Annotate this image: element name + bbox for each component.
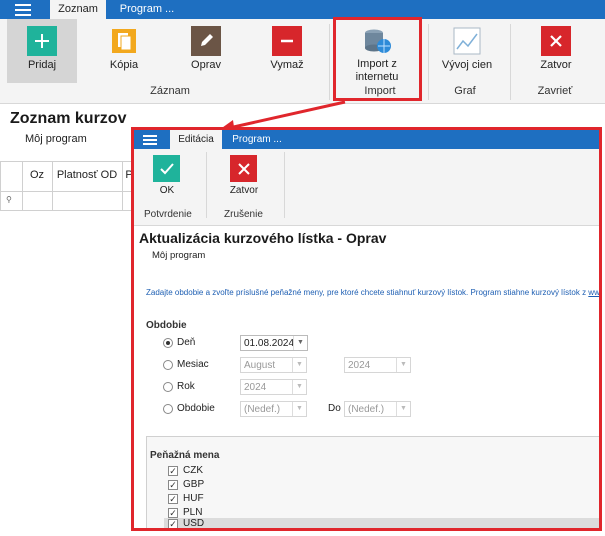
day-date-value: 01.08.2024 [244,338,295,349]
edit-button-label: Oprav [191,59,221,71]
ribbon-divider [284,152,285,218]
ribbon-divider [510,24,511,100]
dialog-title: Aktualizácia kurzového lístka - Oprav [139,230,387,246]
from-value: (Nedef.) [244,404,281,415]
update-rates-dialog: Editácia Program ... OK Zatvor Potvrdeni… [131,127,602,531]
tab-editacia[interactable]: Editácia [170,130,222,149]
pencil-icon [191,26,221,56]
to-select[interactable]: (Nedef.) ▼ [344,401,411,417]
radio-den[interactable] [163,338,173,348]
chevron-down-icon[interactable]: ▼ [292,380,306,394]
year-select[interactable]: 2024 ▼ [240,379,307,395]
ribbon-divider [206,152,207,218]
month-value: August [244,360,276,371]
price-trend-label: Vývoj cien [441,59,493,71]
year-value: 2024 [244,382,267,393]
close-icon [230,155,257,182]
copy-icon [109,26,139,56]
check-icon [153,155,180,182]
line-chart-icon [452,26,482,56]
ok-button-label: OK [159,185,175,196]
day-date-input[interactable]: 01.08.2024 ▼ [240,335,308,351]
chevron-down-icon[interactable]: ▼ [292,358,306,372]
ribbon-divider [428,24,429,100]
month-year-select[interactable]: 2024 ▼ [344,357,411,373]
import-callout-highlight [333,17,422,101]
rates-grid: Oz Platnosť OD P ⚲ [0,161,138,211]
minus-icon [272,26,302,56]
grid-header-platnost: Platnosť OD [56,169,118,181]
dialog-close-button[interactable]: Zatvor [219,152,269,202]
to-value: (Nedef.) [348,404,385,415]
checkbox-pln[interactable]: ✓ [168,508,178,518]
from-select[interactable]: (Nedef.) ▼ [240,401,307,417]
page-subtitle: Môj program [25,133,87,145]
ok-button[interactable]: OK [142,152,192,202]
edit-button[interactable]: Oprav [171,19,241,83]
month-select[interactable]: August ▼ [240,357,307,373]
checkbox-usd[interactable]: ✓ [168,519,178,528]
tab-program[interactable]: Program ... [226,130,288,149]
chevron-down-icon[interactable]: ▼ [396,402,410,416]
group-label-zavriet: Zavrieť [537,85,573,97]
chevron-down-icon[interactable]: ▼ [293,336,307,350]
grid-header-oz: Oz [29,169,45,181]
tab-program[interactable]: Program ... [112,0,182,19]
page-title: Zoznam kurzov [10,110,127,127]
filter-icon: ⚲ [6,195,12,204]
group-label-zrusenie: Zrušenie [224,209,263,220]
delete-button-label: Vymaž [270,59,304,71]
group-label-graf: Graf [454,85,476,97]
copy-button[interactable]: Kópia [89,19,159,83]
checkbox-gbp[interactable]: ✓ [168,480,178,490]
chevron-down-icon[interactable]: ▼ [396,358,410,372]
close-button-label: Zatvor [540,59,572,71]
radio-obdobie-label: Obdobie [177,403,215,414]
info-text: Zadajte obdobie a zvoľte príslušné peňaž… [146,288,599,297]
radio-den-label: Deň [177,337,196,348]
currency-huf: HUF [183,493,204,504]
info-text-body: Zadajte obdobie a zvoľte príslušné peňaž… [146,288,589,297]
currency-czk: CZK [183,465,203,476]
radio-rok-label: Rok [177,381,195,392]
ribbon-divider [329,24,330,100]
grid-filter-row-header [0,191,24,211]
plus-icon [27,26,57,56]
dialog-close-label: Zatvor [229,185,259,196]
selected-row-highlight [164,518,599,528]
currency-gbp: GBP [183,479,205,490]
radio-obdobie[interactable] [163,404,173,414]
radio-mesiac-label: Mesiac [177,359,209,370]
group-label-zaznam: Záznam [150,85,190,97]
currency-usd: USD [183,518,205,529]
period-heading: Obdobie [146,320,187,331]
tab-zoznam[interactable]: Zoznam [50,0,106,19]
main-menu-icon[interactable] [0,0,46,19]
delete-button[interactable]: Vymaž [252,19,322,83]
add-button-label: Pridaj [27,59,57,71]
checkbox-huf[interactable]: ✓ [168,494,178,504]
month-year-value: 2024 [348,360,371,371]
dialog-menu-icon[interactable] [134,130,166,149]
add-button[interactable]: Pridaj [7,19,77,83]
copy-button-label: Kópia [109,59,139,71]
chevron-down-icon[interactable]: ▼ [292,402,306,416]
grid-corner [0,161,24,193]
dialog-ribbon [134,149,599,226]
price-trend-button[interactable]: Vývoj cien [432,19,502,83]
radio-rok[interactable] [163,382,173,392]
currency-pln: PLN [183,507,203,518]
dialog-subtitle: Môj program [152,250,206,261]
close-icon [541,26,571,56]
currency-heading: Peňažná mena [150,450,220,461]
close-button[interactable]: Zatvor [521,19,591,83]
group-label-potvrdenie: Potvrdenie [144,209,192,220]
radio-mesiac[interactable] [163,360,173,370]
grid-filter-cell[interactable] [52,191,124,211]
ecb-link[interactable]: www.ecb.int [588,288,599,297]
grid-filter-cell[interactable] [22,191,54,211]
checkbox-czk[interactable]: ✓ [168,466,178,476]
to-label: Do [328,403,341,414]
